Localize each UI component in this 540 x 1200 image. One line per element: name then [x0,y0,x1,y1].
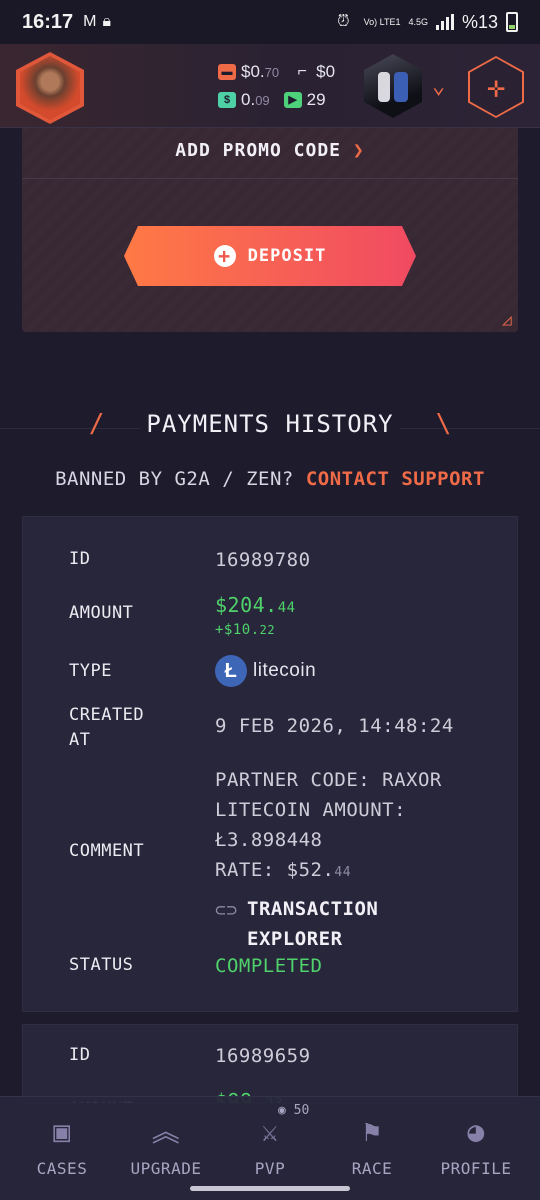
add-promo-code-link[interactable]: ADD PROMO CODE ❯ [22,140,518,161]
user-avatar[interactable] [16,52,84,124]
tickets-balance[interactable]: ▶ 29 [283,90,326,110]
status-bar: 16:17 M 🔒︎ ⏰︎ Vo) LTE1 4.5G %13 [0,0,540,44]
nav-item-upgrade[interactable]: ︽ UPGRADE [116,1115,216,1178]
nav-item-profile[interactable]: ◕ PROFILE [426,1115,526,1178]
lock-icon: 🔒︎ [102,13,111,30]
network-label: Vo) LTE1 [363,17,401,27]
alarm-icon: ⏰︎ [337,13,350,30]
status-badge: COMPLETED [215,955,323,977]
app-header: ▬ $0.70 ⌐ $0 $ 0.09 ▶ 29 ⌄ ✛ [0,44,540,128]
status-time: 16:17 [22,10,74,33]
nav-item-cases[interactable]: ▣ CASES [12,1115,112,1178]
balances: ▬ $0.70 ⌐ $0 $ 0.09 ▶ 29 [218,58,358,114]
payment-card: ID 16989780 AMOUNT $204.44 +$10.22 TYPE … [22,516,518,1012]
link-icon: ⊂⊃ [215,900,238,921]
battery-icon [506,12,518,32]
slash-decoration: / [88,409,105,439]
transaction-explorer-link[interactable]: ⊂⊃ TRANSACTION EXPLORER [215,894,505,954]
plus-icon: + [214,245,236,267]
swords-icon: ⚔︎ [261,1115,279,1148]
chevron-right-icon: ❯ [352,140,365,161]
gmail-icon: M [83,13,97,30]
gun-balance[interactable]: ⌐ $0 [293,62,335,82]
featured-case-thumb[interactable] [364,54,422,118]
profile-icon: ◕ [467,1115,485,1148]
cases-icon: ▣ [53,1115,71,1148]
flag-icon: ⚑ [363,1115,381,1148]
divider [22,178,518,179]
contact-support-link[interactable]: CONTACT SUPPORT [306,468,485,490]
dollar-icon: $ [218,92,236,108]
gun-icon: ⌐ [297,63,307,80]
network-type: 4.5G [408,17,428,27]
backslash-decoration: \ [435,409,452,439]
bottom-navigation: ◉ 50 ▣ CASES ︽ UPGRADE ⚔︎ PVP ⚑ RACE ◕ P… [0,1096,540,1200]
litecoin-logo: Ł litecoin [215,655,316,687]
payments-history-heading: / PAYMENTS HISTORY \ [0,404,540,444]
corner-triangle-icon: ◿ [502,310,512,329]
battery-percent: %13 [461,11,498,32]
signal-icon [435,14,454,30]
wallet-balance[interactable]: ▬ $0.70 [218,62,279,82]
play-icon: ▶ [283,92,302,108]
wallet-icon: ▬ [218,64,236,80]
payment-card: ID 16989659 AMOUNT $99.23 [22,1024,518,1104]
deposit-button[interactable]: + DEPOSIT [124,226,416,286]
nav-item-pvp[interactable]: ⚔︎ PVP [220,1115,320,1178]
banned-notice: BANNED BY G2A / ZEN? CONTACT SUPPORT [55,468,485,490]
litecoin-icon: Ł [215,655,247,687]
crosshair-icon: ✛ [470,58,522,116]
crosshair-button[interactable]: ✛ [468,56,524,118]
nav-item-race[interactable]: ⚑ RACE [322,1115,422,1178]
upgrade-icon: ︽ [151,1115,181,1148]
home-indicator[interactable] [190,1186,350,1191]
dollar-balance[interactable]: $ 0.09 [218,90,270,110]
deposit-panel: ADD PROMO CODE ❯ + DEPOSIT ◿ [22,128,518,332]
chevron-down-icon[interactable]: ⌄ [432,74,445,99]
